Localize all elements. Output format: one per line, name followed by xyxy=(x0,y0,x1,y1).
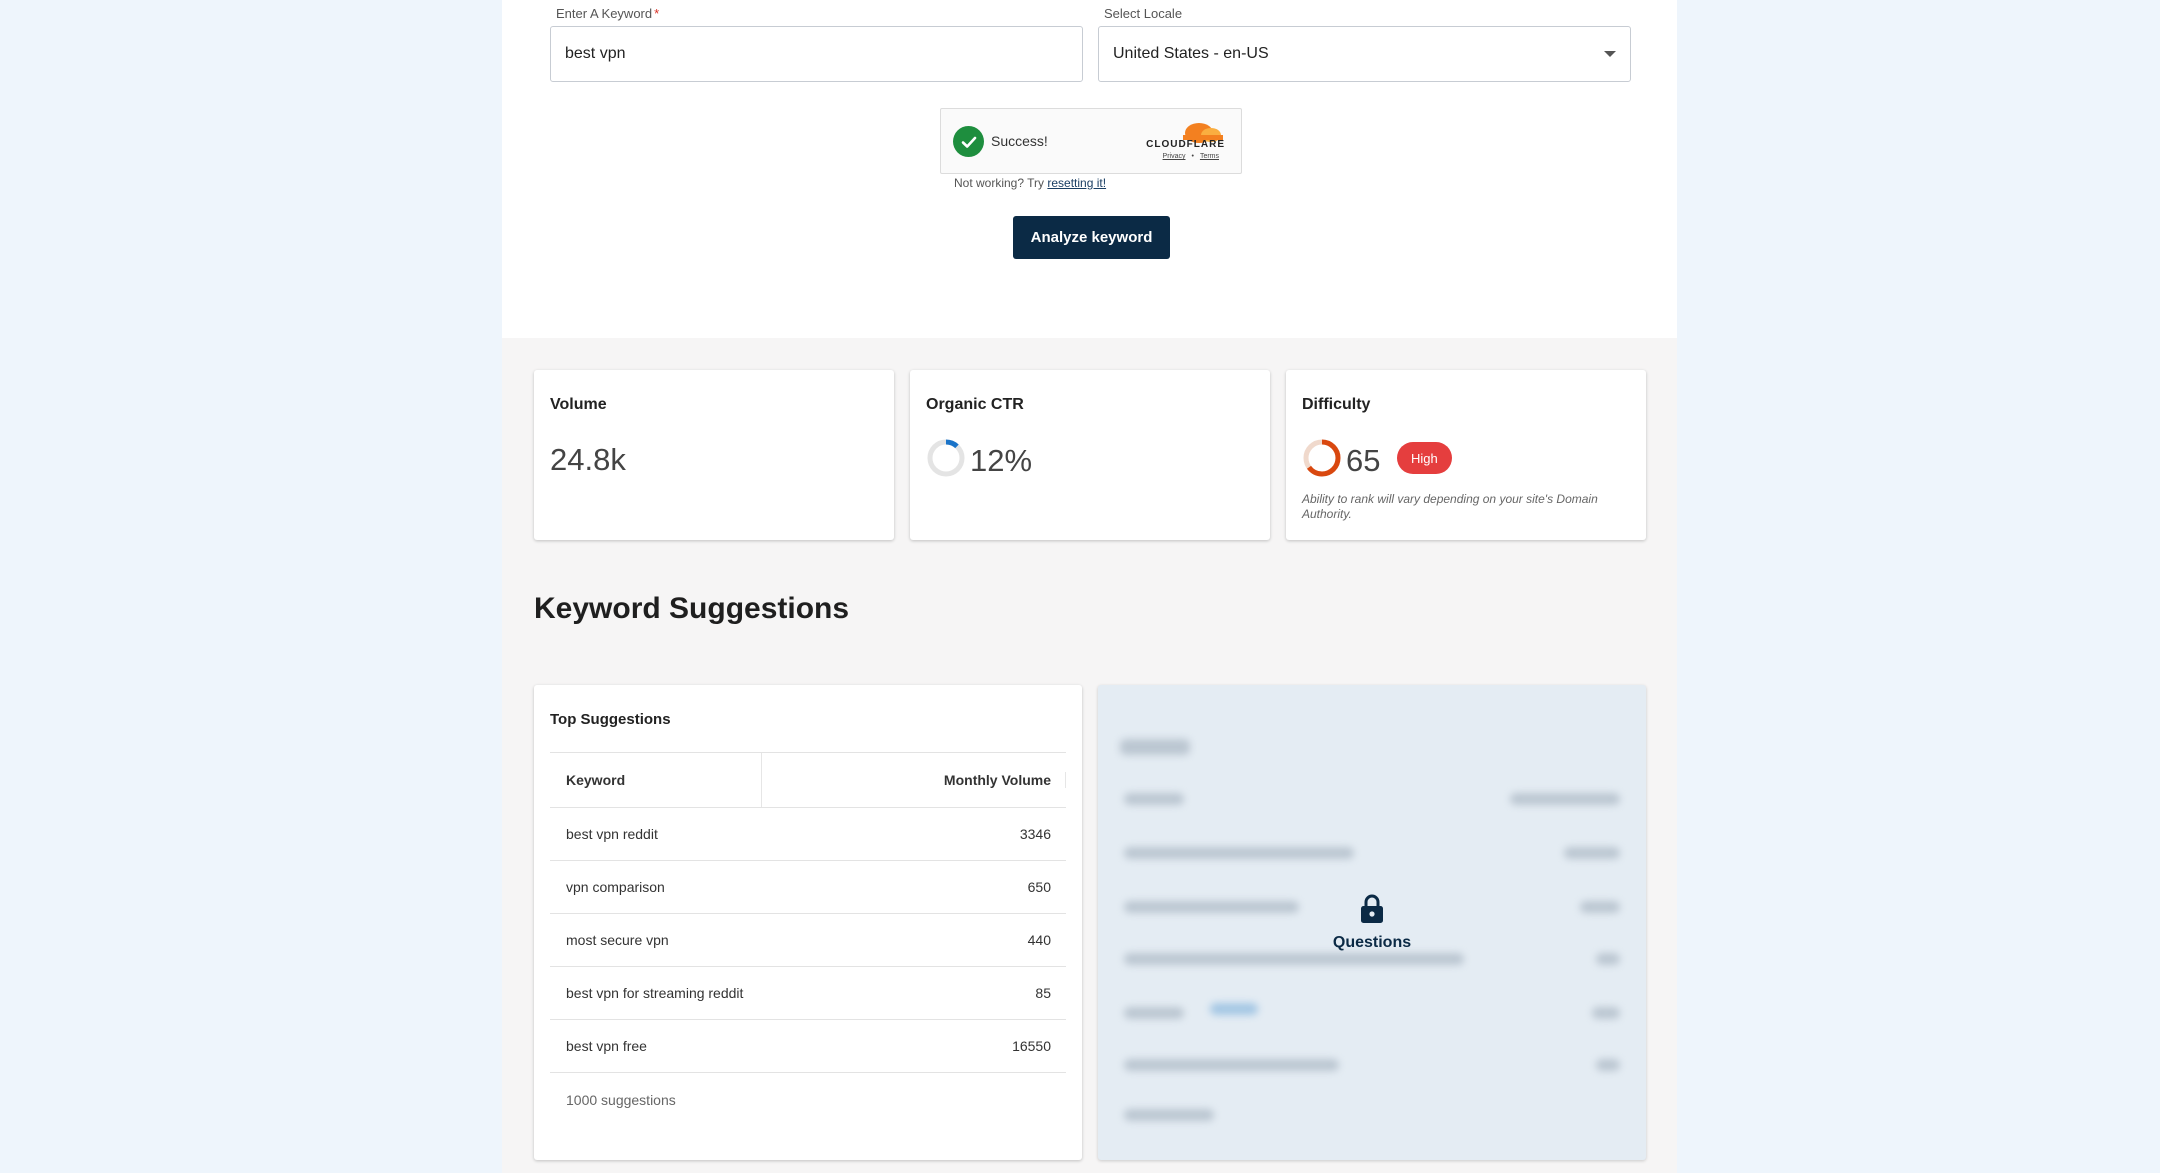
table-row[interactable]: most secure vpn 440 xyxy=(550,914,1066,967)
ctr-title: Organic CTR xyxy=(926,396,1024,413)
row-keyword: best vpn free xyxy=(566,1038,647,1054)
keyword-input-box[interactable] xyxy=(550,26,1083,82)
keyword-label-text: Enter A Keyword xyxy=(556,6,653,21)
blur-bar xyxy=(1210,1003,1258,1015)
row-volume: 16550 xyxy=(1012,1038,1051,1054)
caret-down-icon[interactable] xyxy=(1604,51,1616,57)
column-header-monthly-volume[interactable]: Monthly Volume xyxy=(762,772,1066,788)
ctr-value: 12% xyxy=(970,443,1033,478)
table-row[interactable]: vpn comparison 650 xyxy=(550,861,1066,914)
row-volume: 650 xyxy=(1027,879,1051,895)
questions-label: Questions xyxy=(1332,934,1412,951)
keyword-label: Enter A Keyword * xyxy=(556,6,659,21)
blur-bar xyxy=(1124,1109,1214,1121)
row-volume: 440 xyxy=(1027,932,1051,948)
questions-locked-card[interactable]: Questions xyxy=(1098,685,1646,1160)
row-keyword: best vpn for streaming reddit xyxy=(566,985,744,1001)
analyze-keyword-button[interactable]: Analyze keyword xyxy=(1013,216,1170,259)
table-row[interactable]: best vpn reddit 3346 xyxy=(550,808,1066,861)
blur-bar xyxy=(1564,847,1620,859)
ctr-donut-chart xyxy=(927,439,965,477)
blur-bar xyxy=(1596,953,1620,965)
blur-bar xyxy=(1124,1059,1339,1071)
blur-bar xyxy=(1510,793,1620,805)
top-suggestions-card: Top Suggestions Keyword Monthly Volume b… xyxy=(534,685,1082,1160)
blur-bar xyxy=(1124,953,1464,965)
difficulty-donut-chart xyxy=(1303,439,1341,477)
required-mark: * xyxy=(654,6,660,21)
row-keyword: vpn comparison xyxy=(566,879,665,895)
organic-ctr-card: Organic CTR 12% xyxy=(910,370,1270,540)
keyword-input[interactable] xyxy=(565,45,1068,63)
suggestions-count: 1000 suggestions xyxy=(566,1091,676,1108)
difficulty-value: 65 xyxy=(1346,443,1381,478)
difficulty-title: Difficulty xyxy=(1302,396,1371,413)
table-header: Keyword Monthly Volume xyxy=(550,752,1066,808)
terms-link[interactable]: Terms xyxy=(1200,153,1219,160)
captcha-links: Privacy • Terms xyxy=(1163,153,1219,160)
ctr-donut-track xyxy=(927,439,965,477)
locale-label: Select Locale xyxy=(1104,6,1183,21)
captcha-widget[interactable]: Success! CLOUDFLARE Privacy • Terms xyxy=(940,108,1242,174)
row-keyword: most secure vpn xyxy=(566,932,669,948)
lock-overlay[interactable]: Questions xyxy=(1098,893,1646,952)
volume-value: 24.8k xyxy=(550,442,626,477)
captcha-status: Success! xyxy=(991,133,1048,149)
blur-bar xyxy=(1124,793,1184,805)
blur-bar xyxy=(1120,739,1190,755)
blur-bar xyxy=(1124,847,1354,859)
keyword-form-panel: Enter A Keyword* Select Locale United St… xyxy=(502,0,1677,338)
column-header-keyword[interactable]: Keyword xyxy=(550,753,762,807)
locale-select[interactable]: United States - en-US xyxy=(1098,26,1631,82)
blur-bar xyxy=(1592,1007,1620,1019)
keyword-suggestions-heading: Keyword Suggestions xyxy=(534,592,850,625)
top-suggestions-title: Top Suggestions xyxy=(550,711,671,728)
checkmark-icon xyxy=(953,126,984,157)
captcha-help-text: Not working? Try xyxy=(954,176,1045,190)
table-row[interactable]: best vpn free 16550 xyxy=(550,1020,1066,1073)
volume-title: Volume xyxy=(550,396,607,413)
captcha-reset-link[interactable]: resetting it! xyxy=(1047,176,1106,190)
difficulty-card: Difficulty 65 High Ability to rank will … xyxy=(1286,370,1646,540)
link-separator: • xyxy=(1191,153,1194,160)
cloudflare-wordmark: CLOUDFLARE xyxy=(1146,139,1225,150)
privacy-link[interactable]: Privacy xyxy=(1163,153,1186,160)
page: Enter A Keyword* Select Locale United St… xyxy=(0,0,2160,1173)
difficulty-note: Ability to rank will vary depending on y… xyxy=(1302,492,1598,521)
row-keyword: best vpn reddit xyxy=(566,826,658,842)
row-volume: 85 xyxy=(1035,985,1051,1001)
table-row[interactable]: best vpn for streaming reddit 85 xyxy=(550,967,1066,1020)
difficulty-badge: High xyxy=(1397,442,1452,474)
suggestions-table: Keyword Monthly Volume best vpn reddit 3… xyxy=(550,752,1066,1126)
blur-bar xyxy=(1596,1059,1620,1071)
row-volume: 3346 xyxy=(1019,826,1051,842)
volume-card: Volume 24.8k xyxy=(534,370,894,540)
lock-icon xyxy=(1361,894,1383,923)
captcha-help: Not working? Try resetting it! xyxy=(954,176,1106,190)
locale-selected-value: United States - en-US xyxy=(1113,45,1269,62)
blur-bar xyxy=(1124,1007,1184,1019)
